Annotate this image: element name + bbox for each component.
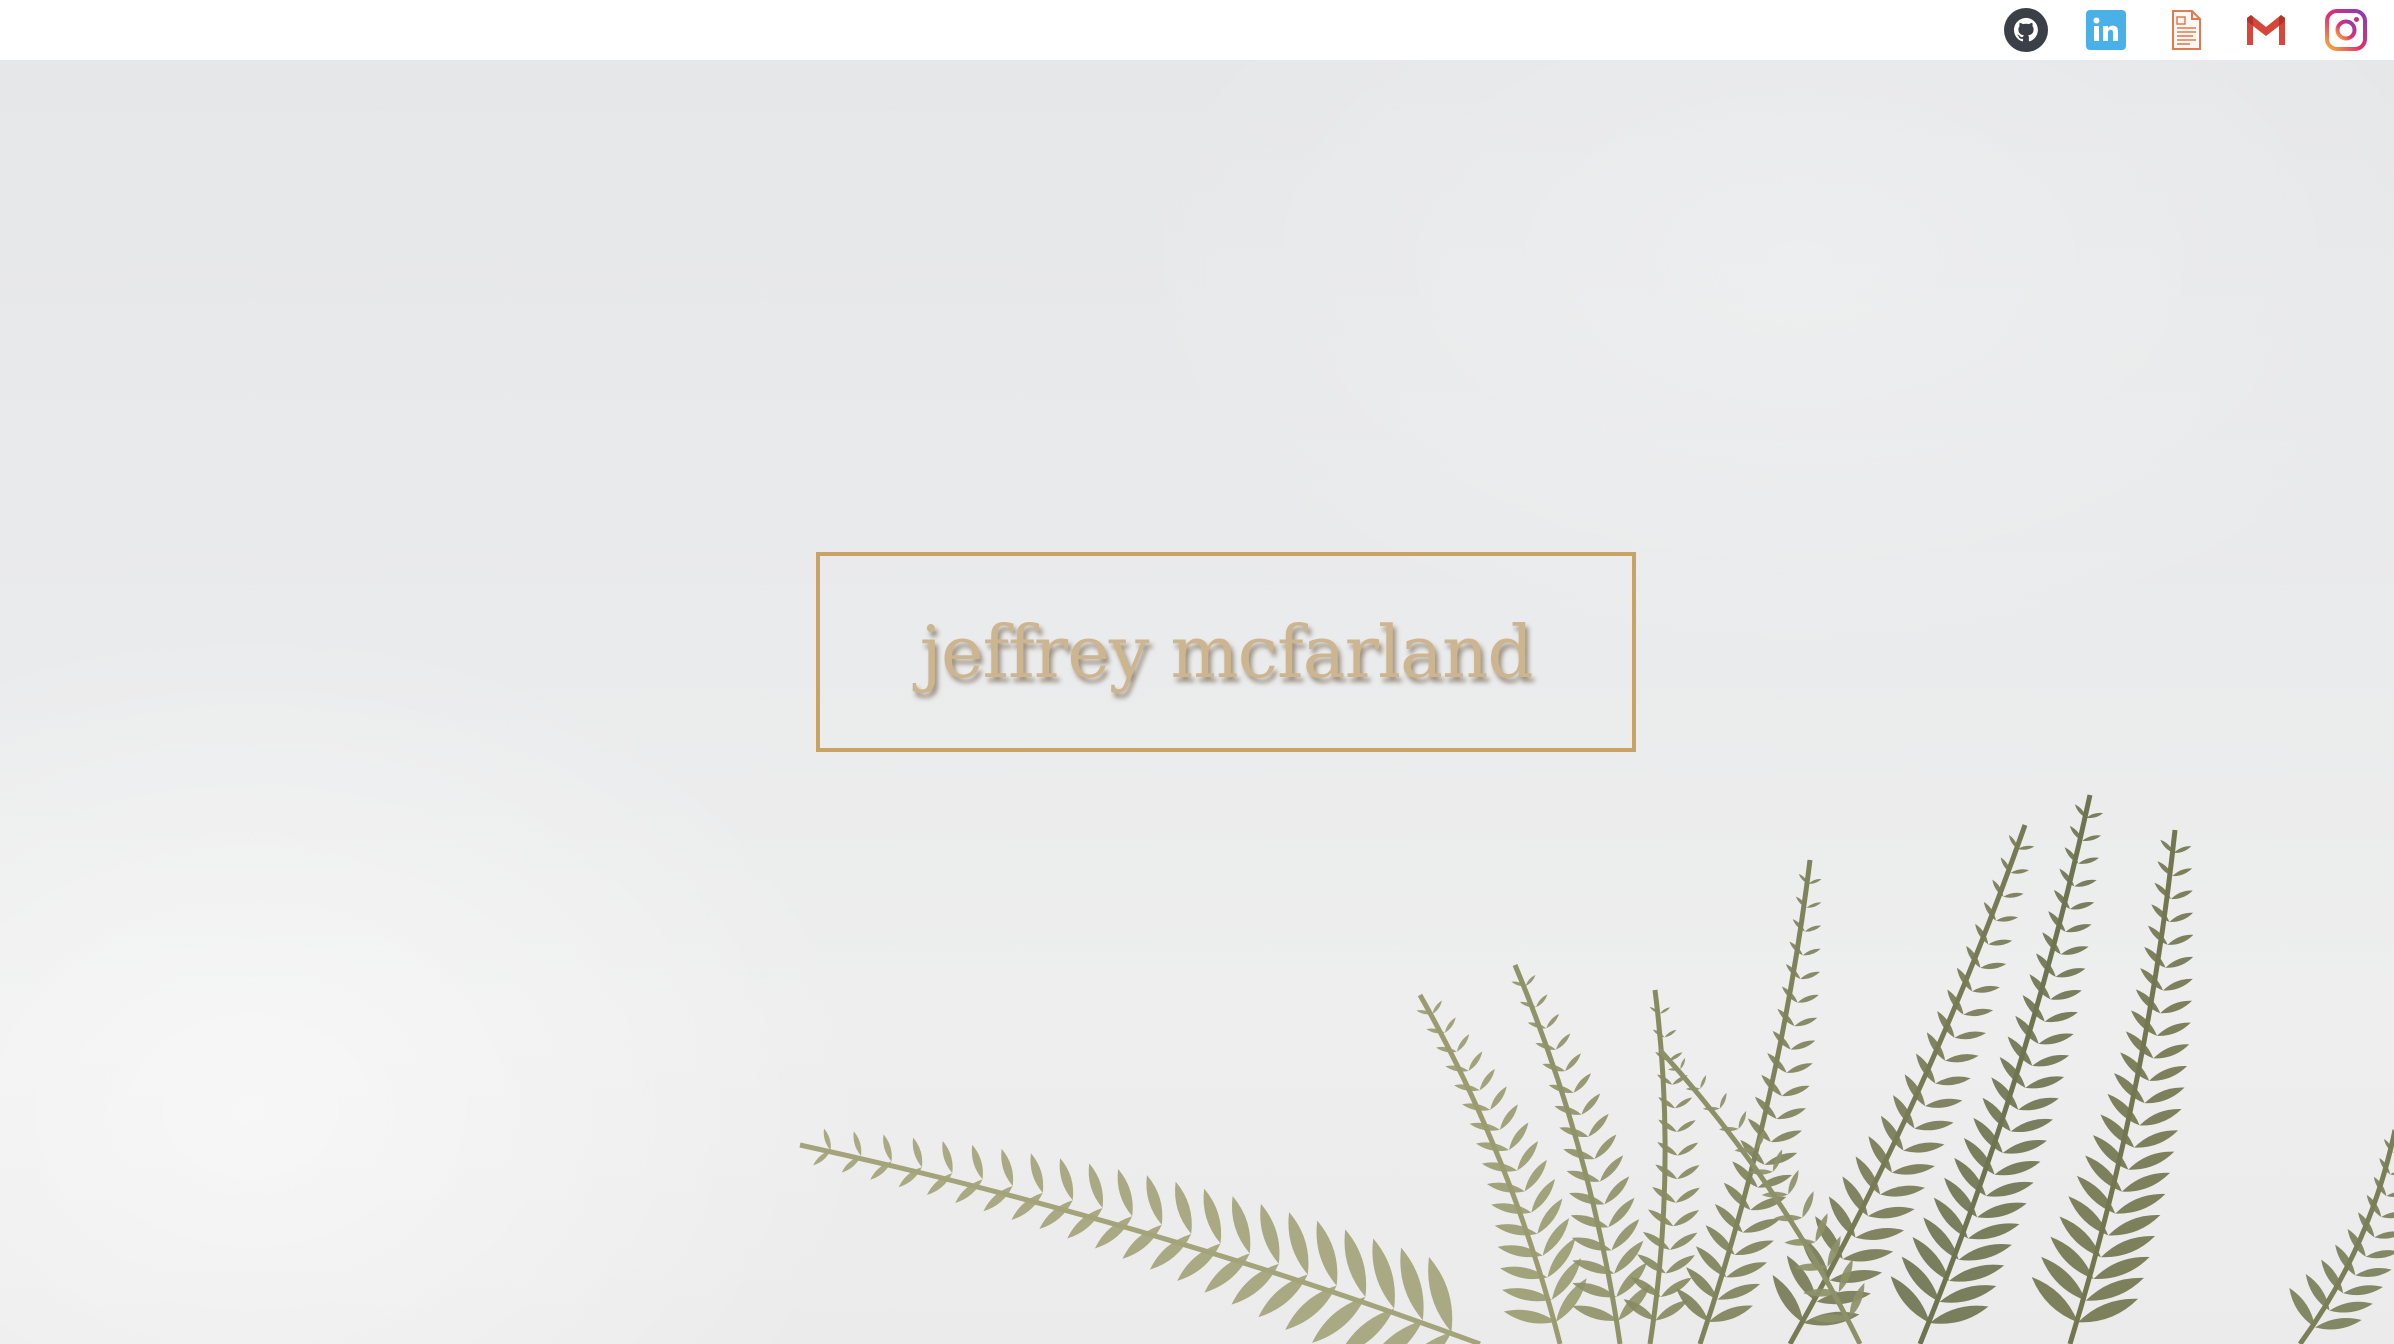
github-icon[interactable] bbox=[2003, 7, 2049, 53]
title-box: jeffrey mcfarland bbox=[816, 552, 1636, 752]
site-title: jeffrey mcfarland bbox=[919, 610, 1534, 694]
gmail-icon[interactable] bbox=[2243, 7, 2289, 53]
top-nav-bar bbox=[0, 0, 2394, 60]
instagram-icon[interactable] bbox=[2323, 7, 2369, 53]
resume-document-icon[interactable] bbox=[2163, 7, 2209, 53]
linkedin-icon[interactable] bbox=[2083, 7, 2129, 53]
hero-section: jeffrey mcfarland bbox=[0, 60, 2394, 1344]
